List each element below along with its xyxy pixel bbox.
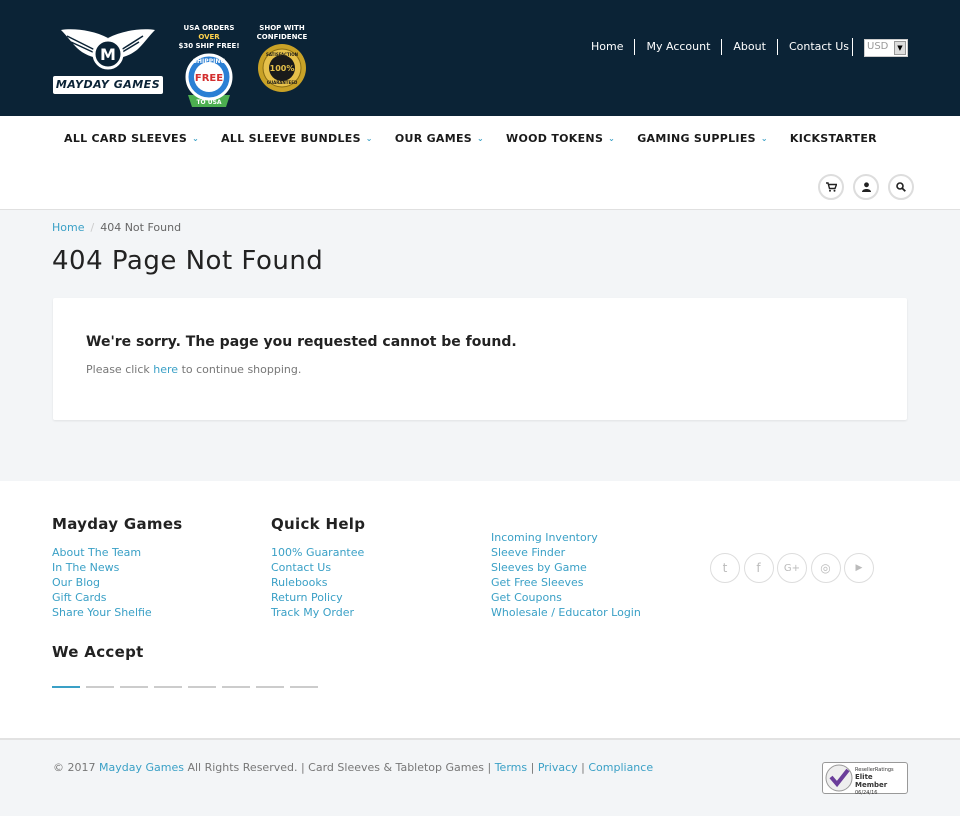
chevron-down-icon: ⌄ <box>365 134 373 143</box>
svg-text:100%: 100% <box>270 64 295 73</box>
footer-link-our-blog[interactable]: Our Blog <box>52 575 183 590</box>
footer-heading: Quick Help <box>271 515 366 533</box>
page-title: 404 Page Not Found <box>52 246 324 276</box>
chevron-down-icon[interactable]: ▼ <box>894 41 906 55</box>
payment-icon <box>154 686 182 688</box>
not-found-heading: We're sorry. The page you requested cann… <box>86 334 517 350</box>
svg-text:SATISFACTION: SATISFACTION <box>266 52 298 57</box>
google-plus-icon[interactable]: G+ <box>777 553 807 583</box>
payment-icon <box>120 686 148 688</box>
guarantee-seal-icon: SATISFACTION 100% GUARANTEED <box>258 44 306 92</box>
footer-link-sleeve-finder[interactable]: Sleeve Finder <box>491 545 641 560</box>
satisfaction-guarantee-badge: SHOP WITH CONFIDENCE SATISFACTION 100% G… <box>252 24 312 104</box>
footer-we-accept: We Accept <box>52 643 144 673</box>
compliance-link[interactable]: Compliance <box>588 761 653 774</box>
svg-text:SHIPPING: SHIPPING <box>193 58 226 65</box>
account-button[interactable] <box>853 174 879 200</box>
copyright: © 2017 Mayday Games All Rights Reserved.… <box>53 761 654 774</box>
footer-link-rulebooks[interactable]: Rulebooks <box>271 575 365 590</box>
svg-text:GUARANTEED: GUARANTEED <box>267 80 298 85</box>
chevron-down-icon: ⌄ <box>477 134 485 143</box>
privacy-link[interactable]: Privacy <box>538 761 578 774</box>
instagram-icon[interactable]: ◎ <box>810 553 841 583</box>
footer-link-get-coupons[interactable]: Get Coupons <box>491 590 641 605</box>
facebook-icon[interactable]: f <box>743 553 774 583</box>
footer-col-quick-help: Quick Help 100% Guarantee Contact Us Rul… <box>271 515 365 620</box>
checkmark-icon <box>825 764 853 792</box>
payment-icon <box>86 686 114 688</box>
chevron-down-icon: ⌄ <box>760 134 768 143</box>
payment-icon <box>222 686 250 688</box>
user-icon <box>861 182 871 192</box>
cart-icon <box>825 182 837 192</box>
nav-gaming-supplies[interactable]: GAMING SUPPLIES ⌄ <box>637 132 768 145</box>
not-found-message: Please click here to continue shopping. <box>86 363 302 376</box>
breadcrumb-home[interactable]: Home <box>52 221 84 234</box>
social-links: t f G+ ◎ ▶ <box>710 553 878 583</box>
continue-shopping-link[interactable]: here <box>153 363 178 376</box>
footer-col-links: Incoming Inventory Sleeve Finder Sleeves… <box>491 530 641 620</box>
bottom-bar: © 2017 Mayday Games All Rights Reserved.… <box>0 738 960 816</box>
payment-icon <box>188 686 216 688</box>
svg-text:M: M <box>100 45 116 64</box>
winged-m-logo-icon: M <box>61 29 155 70</box>
footer: Mayday Games About The Team In The News … <box>0 481 960 738</box>
footer-link-return-policy[interactable]: Return Policy <box>271 590 365 605</box>
reseller-ratings-badge[interactable]: ResellerRatings Elite Member 06/24/16 <box>822 762 908 796</box>
footer-link-100-guarantee[interactable]: 100% Guarantee <box>271 545 365 560</box>
logo-wordmark: MAYDAY GAMES <box>53 76 163 94</box>
footer-link-incoming-inventory[interactable]: Incoming Inventory <box>491 530 641 545</box>
svg-text:TO USA: TO USA <box>196 99 221 106</box>
terms-link[interactable]: Terms <box>495 761 527 774</box>
main-nav: ALL CARD SLEEVES ⌄ ALL SLEEVE BUNDLES ⌄ OU… <box>64 132 899 145</box>
toplink-my-account[interactable]: My Account <box>634 39 721 55</box>
footer-link-share-your-shelfie[interactable]: Share Your Shelfie <box>52 605 183 620</box>
footer-link-in-the-news[interactable]: In The News <box>52 560 183 575</box>
search-icon <box>896 182 906 192</box>
twitter-icon[interactable]: t <box>710 553 740 583</box>
main-navbar: ALL CARD SLEEVES ⌄ ALL SLEEVE BUNDLES ⌄ OU… <box>0 116 960 210</box>
top-header: M MAYDAY GAMES USA ORDERS OVER $30 SHIP … <box>0 0 960 116</box>
payment-icons <box>52 686 324 688</box>
svg-text:FREE: FREE <box>195 73 223 84</box>
footer-col-mayday-games: Mayday Games About The Team In The News … <box>52 515 183 620</box>
youtube-icon[interactable]: ▶ <box>844 553 874 583</box>
nav-wood-tokens[interactable]: WOOD TOKENS ⌄ <box>506 132 615 145</box>
free-shipping-badge: USA ORDERS OVER $30 SHIP FREE! SHIPPING … <box>174 24 244 107</box>
breadcrumb-current: 404 Not Found <box>100 221 182 234</box>
footer-heading: Mayday Games <box>52 515 183 533</box>
footer-link-get-free-sleeves[interactable]: Get Free Sleeves <box>491 575 641 590</box>
toplink-home[interactable]: Home <box>580 39 634 55</box>
copyright-brand-link[interactable]: Mayday Games <box>99 761 184 774</box>
nav-kickstarter[interactable]: KICKSTARTER <box>790 132 877 145</box>
nav-all-sleeve-bundles[interactable]: ALL SLEEVE BUNDLES ⌄ <box>221 132 373 145</box>
footer-link-contact-us[interactable]: Contact Us <box>271 560 365 575</box>
footer-link-wholesale-educator-login[interactable]: Wholesale / Educator Login <box>491 605 641 620</box>
free-shipping-seal-icon: SHIPPING FREE TO USA <box>185 53 233 107</box>
footer-link-sleeves-by-game[interactable]: Sleeves by Game <box>491 560 641 575</box>
chevron-down-icon: ⌄ <box>192 134 200 143</box>
footer-link-gift-cards[interactable]: Gift Cards <box>52 590 183 605</box>
currency-select[interactable]: USD ▼ <box>864 39 908 57</box>
footer-link-about-the-team[interactable]: About The Team <box>52 545 183 560</box>
footer-heading: We Accept <box>52 643 144 661</box>
toplink-about[interactable]: About <box>721 39 777 55</box>
nav-our-games[interactable]: OUR GAMES ⌄ <box>395 132 484 145</box>
nav-all-card-sleeves[interactable]: ALL CARD SLEEVES ⌄ <box>64 132 199 145</box>
toplink-contact-us[interactable]: Contact Us <box>776 39 860 55</box>
top-links: Home My Account About Contact Us <box>580 38 860 56</box>
payment-icon <box>256 686 284 688</box>
cart-button[interactable] <box>818 174 844 200</box>
footer-link-track-my-order[interactable]: Track My Order <box>271 605 365 620</box>
toplink-divider <box>852 38 853 56</box>
search-button[interactable] <box>888 174 914 200</box>
chevron-down-icon: ⌄ <box>608 134 616 143</box>
mayday-games-logo[interactable]: M MAYDAY GAMES <box>53 28 163 96</box>
payment-icon <box>290 686 318 688</box>
payment-icon <box>52 686 80 688</box>
not-found-card: We're sorry. The page you requested cann… <box>53 298 907 420</box>
breadcrumb: Home/404 Not Found <box>52 221 182 234</box>
